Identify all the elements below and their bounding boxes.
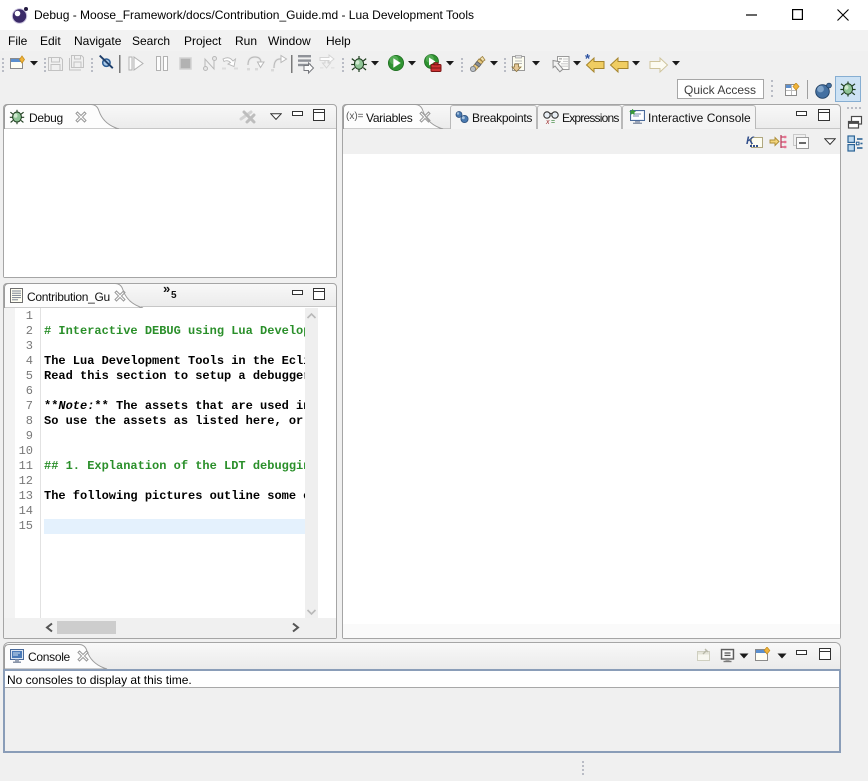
svg-text:x: x	[545, 119, 550, 125]
svg-text:=: =	[551, 119, 555, 125]
